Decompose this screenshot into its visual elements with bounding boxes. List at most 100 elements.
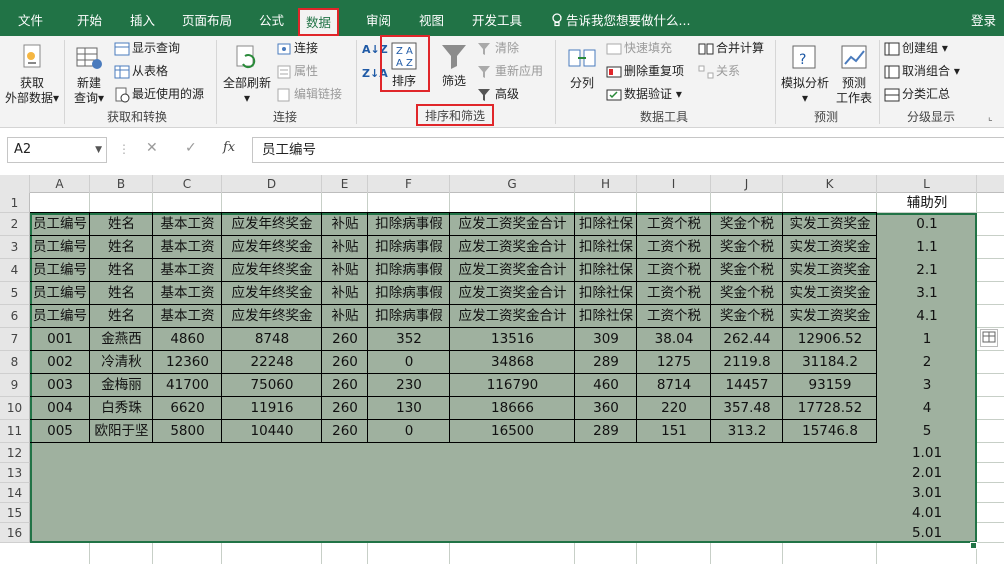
connections-button[interactable]: 连接 — [276, 40, 318, 57]
ungroup-button[interactable]: 取消组合 ▾ — [884, 63, 960, 80]
group-button[interactable]: 创建组 ▾ — [884, 40, 948, 57]
helper-cell[interactable]: 4 — [877, 397, 977, 420]
header-cell[interactable]: 实发工资奖金 — [783, 259, 877, 282]
helper-cell[interactable]: 3.1 — [877, 282, 977, 305]
header-cell[interactable]: 员工编号 — [30, 213, 90, 236]
header-cell[interactable]: 员工编号 — [30, 236, 90, 259]
data-cell[interactable]: 冷清秋 — [90, 351, 153, 374]
data-cell[interactable]: 116790 — [450, 374, 575, 397]
data-cell[interactable]: 12906.52 — [783, 328, 877, 351]
tab-layout[interactable]: 页面布局 — [182, 9, 232, 33]
data-cell[interactable]: 260 — [322, 397, 368, 420]
data-cell[interactable]: 6620 — [153, 397, 222, 420]
helper-cell[interactable]: 1 — [877, 328, 977, 351]
forecast-sheet-button[interactable]: 预测 工作表 — [832, 42, 876, 106]
helper-cell[interactable]: 3 — [877, 374, 977, 397]
data-cell[interactable]: 262.44 — [711, 328, 783, 351]
header-cell[interactable]: 扣除病事假 — [368, 305, 450, 328]
header-cell[interactable]: 姓名 — [90, 282, 153, 305]
data-cell[interactable]: 13516 — [450, 328, 575, 351]
data-cell[interactable]: 313.2 — [711, 420, 783, 443]
fill-handle[interactable] — [970, 542, 977, 549]
helper-cell[interactable]: 5.01 — [877, 523, 977, 543]
column-header[interactable]: E — [322, 175, 368, 193]
header-cell[interactable]: 扣除社保 — [575, 213, 637, 236]
header-cell[interactable]: 扣除社保 — [575, 259, 637, 282]
header-cell[interactable]: 应发年终奖金 — [222, 282, 322, 305]
helper-cell[interactable]: 0.1 — [877, 213, 977, 236]
column-header[interactable]: J — [711, 175, 783, 193]
data-cell[interactable]: 352 — [368, 328, 450, 351]
data-cell[interactable]: 金梅丽 — [90, 374, 153, 397]
data-cell[interactable]: 8714 — [637, 374, 711, 397]
helper-column-title[interactable]: 辅助列 — [877, 193, 977, 213]
reapply-button[interactable]: 重新应用 — [477, 63, 543, 80]
data-cell[interactable]: 0 — [368, 351, 450, 374]
tab-insert[interactable]: 插入 — [130, 9, 155, 33]
header-cell[interactable]: 姓名 — [90, 259, 153, 282]
column-header[interactable]: H — [575, 175, 637, 193]
data-cell[interactable]: 18666 — [450, 397, 575, 420]
tab-view[interactable]: 视图 — [419, 9, 444, 33]
row-header[interactable]: 4 — [0, 259, 30, 282]
filter-button[interactable]: 筛选 — [434, 40, 474, 89]
data-validation-button[interactable]: 数据验证 ▾ — [606, 86, 682, 103]
row-header[interactable]: 3 — [0, 236, 30, 259]
helper-cell[interactable]: 4.1 — [877, 305, 977, 328]
tab-file[interactable]: 文件 — [18, 9, 43, 33]
tab-data[interactable]: 数据 — [298, 8, 340, 36]
header-cell[interactable]: 基本工资 — [153, 236, 222, 259]
header-cell[interactable]: 奖金个税 — [711, 259, 783, 282]
row-header[interactable]: 12 — [0, 443, 30, 463]
select-all-corner[interactable] — [0, 175, 30, 193]
row-header[interactable]: 13 — [0, 463, 30, 483]
data-cell[interactable]: 5800 — [153, 420, 222, 443]
header-cell[interactable]: 工资个税 — [637, 282, 711, 305]
data-cell[interactable]: 0 — [368, 420, 450, 443]
header-cell[interactable]: 应发工资奖金合计 — [450, 305, 575, 328]
data-cell[interactable]: 260 — [322, 328, 368, 351]
relationships-button[interactable]: 关系 — [698, 63, 740, 80]
recent-sources-button[interactable]: 最近使用的源 — [114, 86, 204, 103]
data-cell[interactable]: 005 — [30, 420, 90, 443]
data-cell[interactable]: 289 — [575, 351, 637, 374]
header-cell[interactable]: 实发工资奖金 — [783, 213, 877, 236]
data-cell[interactable]: 10440 — [222, 420, 322, 443]
data-cell[interactable]: 14457 — [711, 374, 783, 397]
row-header[interactable]: 10 — [0, 397, 30, 420]
dialog-launcher-icon[interactable]: ⌞ — [988, 110, 993, 126]
data-cell[interactable]: 001 — [30, 328, 90, 351]
properties-button[interactable]: 属性 — [276, 63, 318, 80]
data-cell[interactable]: 31184.2 — [783, 351, 877, 374]
header-cell[interactable]: 实发工资奖金 — [783, 305, 877, 328]
row-header[interactable]: 2 — [0, 213, 30, 236]
data-cell[interactable]: 75060 — [222, 374, 322, 397]
row-header[interactable]: 14 — [0, 483, 30, 503]
header-cell[interactable]: 基本工资 — [153, 305, 222, 328]
header-cell[interactable]: 应发工资奖金合计 — [450, 236, 575, 259]
header-cell[interactable]: 奖金个税 — [711, 305, 783, 328]
data-cell[interactable]: 260 — [322, 374, 368, 397]
quick-analysis-icon[interactable] — [980, 329, 998, 347]
column-header[interactable]: D — [222, 175, 322, 193]
row-header[interactable]: 15 — [0, 503, 30, 523]
data-cell[interactable]: 130 — [368, 397, 450, 420]
helper-cell[interactable]: 1.01 — [877, 443, 977, 463]
tab-review[interactable]: 审阅 — [366, 9, 391, 33]
header-cell[interactable]: 工资个税 — [637, 213, 711, 236]
header-cell[interactable]: 员工编号 — [30, 305, 90, 328]
data-cell[interactable]: 002 — [30, 351, 90, 374]
data-cell[interactable]: 289 — [575, 420, 637, 443]
row-header[interactable]: 16 — [0, 523, 30, 543]
column-header[interactable]: B — [90, 175, 153, 193]
column-header[interactable]: A — [30, 175, 90, 193]
header-cell[interactable]: 工资个税 — [637, 305, 711, 328]
data-cell[interactable]: 15746.8 — [783, 420, 877, 443]
row-header[interactable]: 7 — [0, 328, 30, 351]
header-cell[interactable]: 应发年终奖金 — [222, 259, 322, 282]
tab-developer[interactable]: 开发工具 — [472, 9, 522, 33]
consolidate-button[interactable]: 合并计算 — [698, 40, 764, 57]
split-columns-button[interactable]: 分列 — [560, 42, 604, 91]
what-if-button[interactable]: ? 模拟分析 ▾ — [778, 42, 832, 106]
data-cell[interactable]: 12360 — [153, 351, 222, 374]
